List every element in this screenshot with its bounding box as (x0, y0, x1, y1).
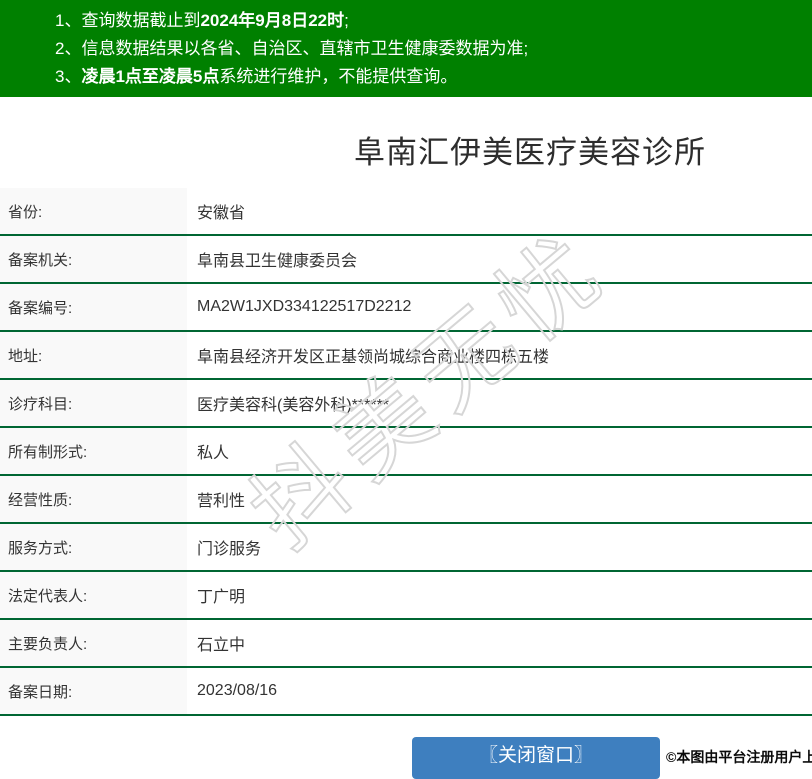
table-row: 法定代表人: 丁广明 (0, 572, 812, 620)
table-row: 服务方式: 门诊服务 (0, 524, 812, 572)
row-label: 诊疗科目: (0, 380, 187, 426)
row-value: 阜南县经济开发区正基领尚城综合商业楼四栋五楼 (197, 349, 550, 366)
row-label: 服务方式: (0, 524, 187, 570)
row-label: 省份: (0, 188, 187, 234)
notice-banner: 1、查询数据截止到2024年9月8日22时; 2、信息数据结果以各省、自治区、直… (0, 0, 812, 97)
page-title: 阜南汇伊美医疗美容诊所 (354, 135, 706, 170)
table-row: 备案编号: MA2W1JXD334122517D2212 (0, 284, 812, 332)
table-row: 备案机关: 阜南县卫生健康委员会 (0, 236, 812, 284)
table-row: 省份: 安徽省 (0, 188, 812, 236)
notice-line-2: 2、信息数据结果以各省、自治区、直辖市卫生健康委数据为准; (55, 39, 529, 58)
row-value: 安徽省 (197, 205, 246, 222)
table-row: 经营性质: 营利性 (0, 476, 812, 524)
row-value: 门诊服务 (197, 541, 262, 558)
row-value: MA2W1JXD334122517D2212 (197, 298, 412, 315)
row-label: 备案日期: (0, 668, 187, 714)
row-label: 备案机关: (0, 236, 187, 282)
row-value: 2023/08/16 (197, 682, 278, 699)
table-row: 所有制形式: 私人 (0, 428, 812, 476)
row-value: 医疗美容科(美容外科)****** (197, 397, 390, 414)
copyright-stamp: ©本图由平台注册用户上传 (666, 749, 812, 765)
row-value: 石立中 (197, 637, 246, 654)
row-label: 地址: (0, 332, 187, 378)
clinic-info-table: 省份: 安徽省 备案机关: 阜南县卫生健康委员会 备案编号: MA2W1JXD3… (0, 188, 812, 716)
page-content: 阜南汇伊美医疗美容诊所 省份: 安徽省 备案机关: 阜南县卫生健康委员会 备案编… (0, 127, 812, 716)
notice-line-1: 1、查询数据截止到2024年9月8日22时; (55, 11, 349, 30)
row-value: 私人 (197, 445, 230, 462)
row-label: 备案编号: (0, 284, 187, 330)
row-value: 阜南县卫生健康委员会 (197, 253, 358, 270)
row-label: 法定代表人: (0, 572, 187, 618)
table-row: 诊疗科目: 医疗美容科(美容外科)****** (0, 380, 812, 428)
table-row: 主要负责人: 石立中 (0, 620, 812, 668)
row-value: 丁广明 (197, 589, 246, 606)
row-label: 主要负责人: (0, 620, 187, 666)
notice-line-3: 3、凌晨1点至凌晨5点系统进行维护，不能提供查询。 (55, 67, 458, 86)
row-label: 经营性质: (0, 476, 187, 522)
row-label: 所有制形式: (0, 428, 187, 474)
close-window-button[interactable]: 〖关闭窗口〗 (412, 737, 660, 779)
row-value: 营利性 (197, 493, 246, 510)
table-row: 备案日期: 2023/08/16 (0, 668, 812, 716)
table-row: 地址: 阜南县经济开发区正基领尚城综合商业楼四栋五楼 (0, 332, 812, 380)
